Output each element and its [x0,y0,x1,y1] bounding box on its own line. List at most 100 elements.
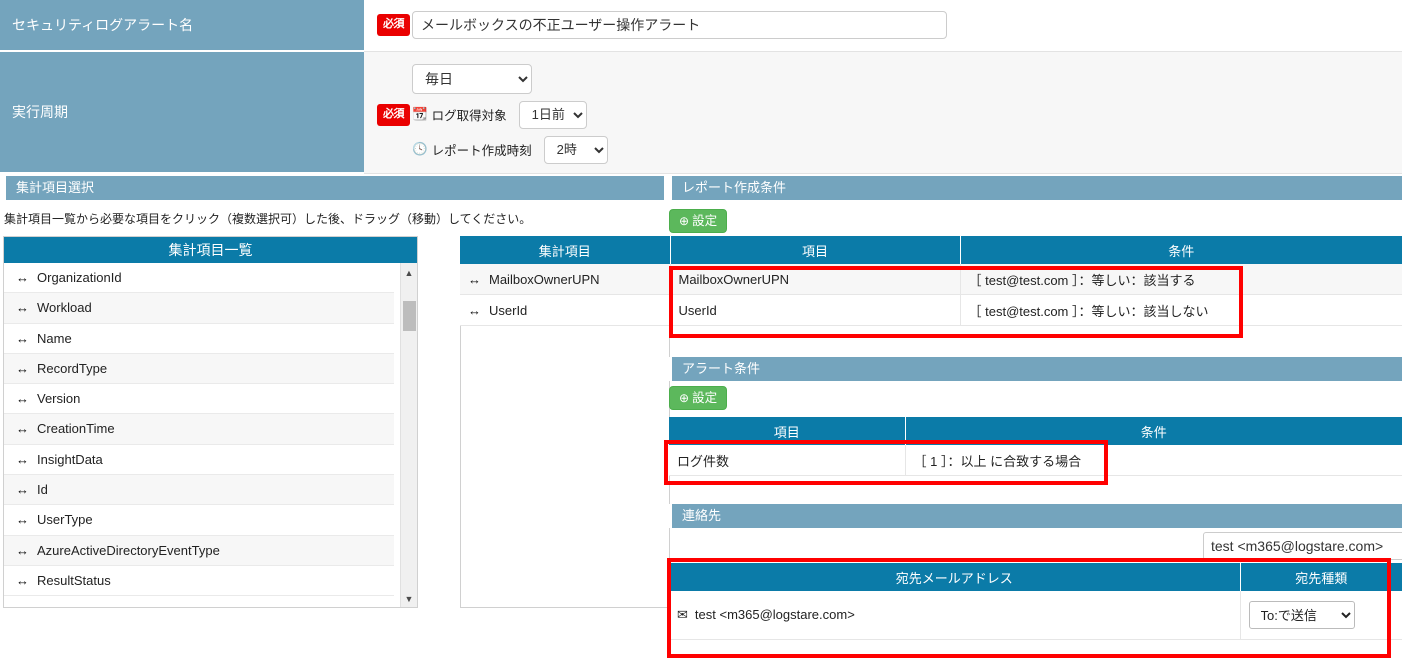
log-target-label: ログ取得対象 [431,109,507,123]
contact-search-input[interactable] [1203,532,1402,560]
alert-col-condition: 条件 [905,417,1402,445]
report-cell-aggregate: ↔ UserId [460,294,670,326]
report-cell-condition: ［ test@test.com ］：等しい：該当しない [959,294,1402,326]
aggregate-list-item[interactable]: ↔ UserType [4,505,394,536]
report-cell-item: MailboxOwnerUPN [669,264,960,295]
aggregate-select-section-title: 集計項目選択 [3,176,664,200]
report-time-select[interactable]: 2時 [543,135,608,164]
report-col-item: 項目 [670,236,961,264]
alert-name-label: セキュリティログアラート名 [0,0,364,52]
contacts-section-title: 連絡先 [669,504,1402,528]
frequency-line: 毎日 [364,63,1402,94]
report-col-aggregate: 集計項目 [460,236,671,264]
scroll-up-arrow-icon[interactable]: ▲ [401,265,417,281]
aggregate-list-item-label: Name [37,330,72,346]
aggregate-select-helper-text: 集計項目一覧から必要な項目をクリック（複数選択可）した後、ドラッグ（移動）してく… [4,212,532,226]
drag-handle-icon: ↔ [468,302,481,318]
aggregate-list-item[interactable]: ↔ Version [4,384,394,415]
alert-conditions-section-title: アラート条件 [669,357,1402,381]
alert-cell-condition: ［ 1 ］：以上 に合致する場合 [904,445,1402,476]
form-row-execution-cycle: 実行周期 毎日 必須 📆 ログ取得対象 1日前 🕓 レポート作成時刻 2時 [0,51,1402,174]
table-row[interactable]: ✉ test <m365@logstare.com> To:で送信 [669,591,1402,640]
drag-handle-icon: ↔ [16,572,29,588]
log-target-label-group: 📆 ログ取得対象 [412,105,507,124]
log-target-line: 必須 📆 ログ取得対象 1日前 [364,100,1402,129]
frequency-select[interactable]: 毎日 [412,63,532,94]
security-log-alert-form-page: セキュリティログアラート名 必須 実行周期 毎日 [0,0,1402,665]
aggregate-item-list-panel: 集計項目一覧 ↔ OrganizationId ↔ Workload ↔ Name ↔ Rec… [3,236,418,608]
aggregate-list-item[interactable]: ↔ Workload [4,293,394,324]
drag-handle-icon: ↔ [16,391,29,407]
aggregate-list-item[interactable]: ↔ ResultStatus [4,565,394,597]
calendar-icon: 📆 [412,107,428,121]
contacts-col-dest-type: 宛先種類 [1240,563,1402,591]
report-cell-aggregate-label: UserId [489,302,528,318]
report-col-condition: 条件 [960,236,1402,264]
table-row[interactable]: ↔ UserId UserId ［ test@test.com ］：等しい：該当しない [460,294,1402,326]
report-cell-aggregate-label: MailboxOwnerUPN [489,271,600,287]
drag-handle-icon: ↔ [16,360,29,376]
report-cell-condition: ［ test@test.com ］：等しい：該当する [959,264,1402,295]
report-conditions-set-button[interactable]: ⊕ 設定 [669,209,728,233]
scrollbar-thumb[interactable] [403,301,416,331]
drag-handle-icon: ↔ [16,482,29,498]
aggregate-list-item-label: AzureActiveDirectoryEventType [37,542,220,558]
report-conditions-set-label: 設定 [692,214,718,228]
report-cell-aggregate: ↔ MailboxOwnerUPN [460,264,670,295]
required-badge: 必須 [377,103,410,126]
aggregate-list-item[interactable]: ↔ CreationTime [4,414,394,445]
report-cell-item: UserId [669,294,960,326]
contact-cell-dest-type: To:で送信 [1239,591,1402,640]
alert-name-value-cell: 必須 [364,0,1402,52]
aggregate-list-item-label: OrganizationId [37,270,122,285]
drag-handle-icon: ↔ [16,542,29,558]
drag-handle-icon: ↔ [16,270,29,285]
contacts-table: 宛先メールアドレス 宛先種類 ✉ test <m365@logstare.com>… [669,563,1402,640]
aggregate-list-item[interactable]: ↔ Id [4,475,394,506]
aggregate-list-item[interactable]: ↔ Name [4,323,394,354]
aggregate-list-item-label: ResultStatus [37,572,111,588]
alert-conditions-table: 項目 条件 ログ件数 ［ 1 ］：以上 に合致する場合 [669,417,1402,476]
aggregate-list-item-label: CreationTime [37,421,115,437]
alert-col-item: 項目 [669,417,906,445]
aggregate-list-item-label: InsightData [37,451,103,467]
aggregate-list-item-label: RecordType [37,360,108,376]
drag-handle-icon: ↔ [468,271,481,287]
contact-cell-address: ✉ test <m365@logstare.com> [669,591,1240,640]
drag-handle-icon: ↔ [16,421,29,437]
clock-icon: 🕓 [412,142,428,156]
table-row[interactable]: ↔ MailboxOwnerUPN MailboxOwnerUPN ［ test@te… [460,264,1402,295]
aggregate-list-item-label: UserType [37,512,93,528]
alert-conditions-header-row: 項目 条件 [669,417,1402,445]
plus-circle-icon: ⊕ [679,391,690,405]
drag-handle-icon: ↔ [16,512,29,528]
form-row-alert-name: セキュリティログアラート名 必須 [0,0,1402,52]
aggregate-item-rows: ↔ OrganizationId ↔ Workload ↔ Name ↔ RecordType… [4,263,417,597]
table-row[interactable]: ログ件数 ［ 1 ］：以上 に合致する場合 [669,445,1402,476]
report-conditions-section-title: レポート作成条件 [669,176,1402,200]
alert-conditions-set-label: 設定 [692,391,718,405]
plus-circle-icon: ⊕ [679,214,690,228]
execution-cycle-label: 実行周期 [0,51,364,174]
alert-cell-item: ログ件数 [669,445,905,476]
alert-conditions-set-button[interactable]: ⊕ 設定 [669,386,728,410]
envelope-icon: ✉ [677,607,688,622]
alert-name-input[interactable] [412,11,947,40]
log-target-select[interactable]: 1日前 [518,100,587,129]
required-badge: 必須 [377,14,410,37]
drag-handle-icon: ↔ [16,300,29,316]
aggregate-list-item[interactable]: ↔ RecordType [4,353,394,385]
report-conditions-table: 集計項目 項目 条件 ↔ MailboxOwnerUPN MailboxOwnerU… [460,236,1402,326]
aggregate-list-item-label: Id [37,482,48,498]
aggregate-list-item[interactable]: ↔ OrganizationId [4,263,394,294]
drag-handle-icon: ↔ [16,451,29,467]
report-time-label-group: 🕓 レポート作成時刻 [412,140,532,159]
report-time-label: レポート作成時刻 [431,144,532,158]
aggregate-list-item-label: Version [37,391,81,407]
aggregate-list-item[interactable]: ↔ InsightData [4,444,394,476]
aggregate-list-scrollbar[interactable]: ▲ ▼ [400,263,417,607]
dest-type-select[interactable]: To:で送信 [1248,601,1355,629]
aggregate-list-item[interactable]: ↔ AzureActiveDirectoryEventType [4,535,394,566]
scroll-down-arrow-icon[interactable]: ▼ [401,591,417,607]
contacts-header-row: 宛先メールアドレス 宛先種類 [669,563,1402,591]
